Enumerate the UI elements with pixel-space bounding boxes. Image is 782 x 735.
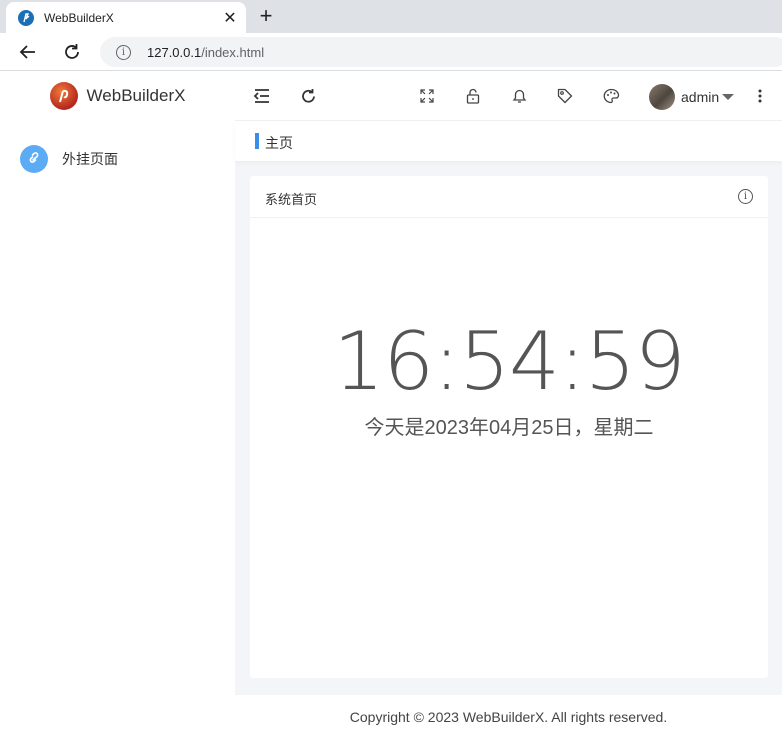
sidebar-item-external-page[interactable]: 外挂页面 [20, 145, 118, 173]
user-menu[interactable]: admin [649, 84, 735, 110]
tab-home[interactable]: 主页 [265, 133, 293, 153]
lock-icon[interactable] [463, 86, 483, 106]
dashboard-card: 系统首页 i 16:54:59 今天是2023年04月25日，星期二 [250, 176, 768, 678]
refresh-icon[interactable] [298, 86, 318, 106]
address-bar: i 127.0.0.1/index.html [0, 33, 782, 71]
avatar [649, 84, 675, 110]
active-tab-marker [255, 133, 259, 149]
menu-fold-icon[interactable] [252, 86, 272, 106]
url-path: /index.html [201, 44, 265, 60]
url-text: 127.0.0.1/index.html [147, 45, 264, 60]
brand-name: WebBuilderX [86, 86, 186, 105]
logo-icon [49, 82, 78, 110]
back-button[interactable] [14, 38, 42, 66]
clock-time: 16:54:59 [333, 315, 685, 408]
browser-tab-strip: WebBuilderX ✕ + [0, 0, 782, 33]
chevron-down-icon [722, 94, 735, 100]
browser-tab[interactable]: WebBuilderX ✕ [6, 2, 246, 33]
clock-date: 今天是2023年04月25日，星期二 [364, 417, 654, 439]
username: admin [681, 89, 720, 105]
new-tab-button[interactable]: + [254, 3, 278, 28]
sidebar-item-label: 外挂页面 [62, 151, 118, 167]
reload-button[interactable] [58, 38, 86, 66]
link-icon [20, 145, 48, 173]
copyright-text: Copyright © 2023 WebBuilderX. All rights… [349, 709, 668, 725]
card-title: 系统首页 [265, 192, 318, 207]
bell-icon[interactable] [509, 86, 529, 106]
tab-close-icon[interactable]: ✕ [220, 8, 240, 28]
url-host: 127.0.0.1 [147, 44, 202, 60]
info-icon[interactable]: i [738, 189, 753, 204]
fullscreen-icon[interactable] [417, 86, 437, 106]
tab-title: WebBuilderX [44, 10, 114, 25]
favicon-icon [18, 9, 34, 26]
site-info-icon[interactable]: i [116, 44, 131, 60]
top-header: admin [235, 71, 782, 121]
footer: Copyright © 2023 WebBuilderX. All rights… [235, 695, 782, 735]
tag-icon[interactable] [555, 86, 575, 106]
more-icon[interactable] [750, 86, 770, 106]
reload-icon [65, 44, 79, 59]
brand[interactable]: WebBuilderX [0, 71, 235, 121]
arrow-left-icon [19, 45, 35, 59]
breadcrumb: 主页 [235, 121, 782, 161]
palette-icon[interactable] [601, 86, 621, 106]
sidebar: WebBuilderX 外挂页面 [0, 71, 235, 735]
card-header: 系统首页 i [250, 176, 768, 218]
url-input[interactable]: i 127.0.0.1/index.html [100, 37, 782, 67]
